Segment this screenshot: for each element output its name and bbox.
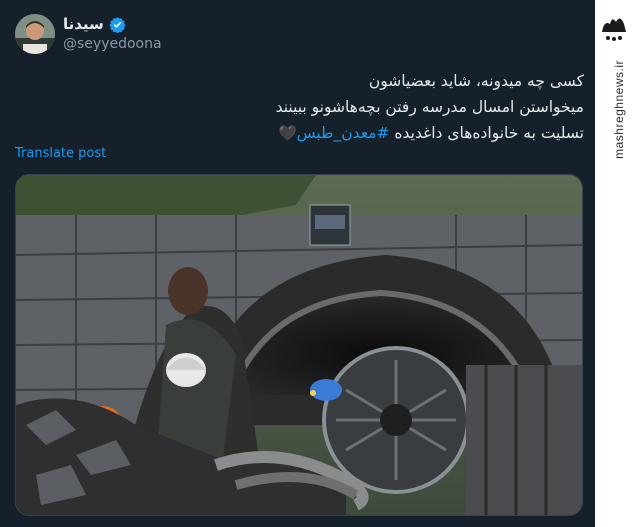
hashtag-link[interactable]: #معدن_طبس	[297, 124, 390, 142]
verified-badge-icon	[109, 16, 126, 33]
author-handle[interactable]: @seyyedoona	[63, 36, 162, 52]
author-avatar[interactable]	[15, 14, 55, 54]
tweet-photo[interactable]	[15, 174, 583, 516]
tweet-line-2: میخواستن امسال مدرسه رفتن بچه‌هاشونو ببی…	[275, 98, 584, 116]
translate-post-link[interactable]: Translate post	[15, 146, 106, 161]
tweet-line-1: کسی چه میدونه، شاید بعضیاشون	[368, 72, 584, 90]
watermark-logo	[598, 10, 630, 50]
author-display-name[interactable]: سیدنا	[63, 15, 104, 33]
black-heart-emoji: 🖤	[277, 124, 297, 142]
author-name-row: سیدنا	[63, 15, 126, 33]
watermark-url: mashreghnews.ir	[612, 60, 626, 159]
tweet-line-3: تسلیت به خانواده‌های داغدیده #معدن_طبس🖤	[16, 120, 584, 146]
tweet-line-3-text: تسلیت به خانواده‌های داغدیده	[389, 124, 584, 142]
watermark-strip: mashreghnews.ir	[595, 0, 633, 527]
tweet-text: کسی چه میدونه، شاید بعضیاشون میخواستن ام…	[16, 68, 584, 146]
